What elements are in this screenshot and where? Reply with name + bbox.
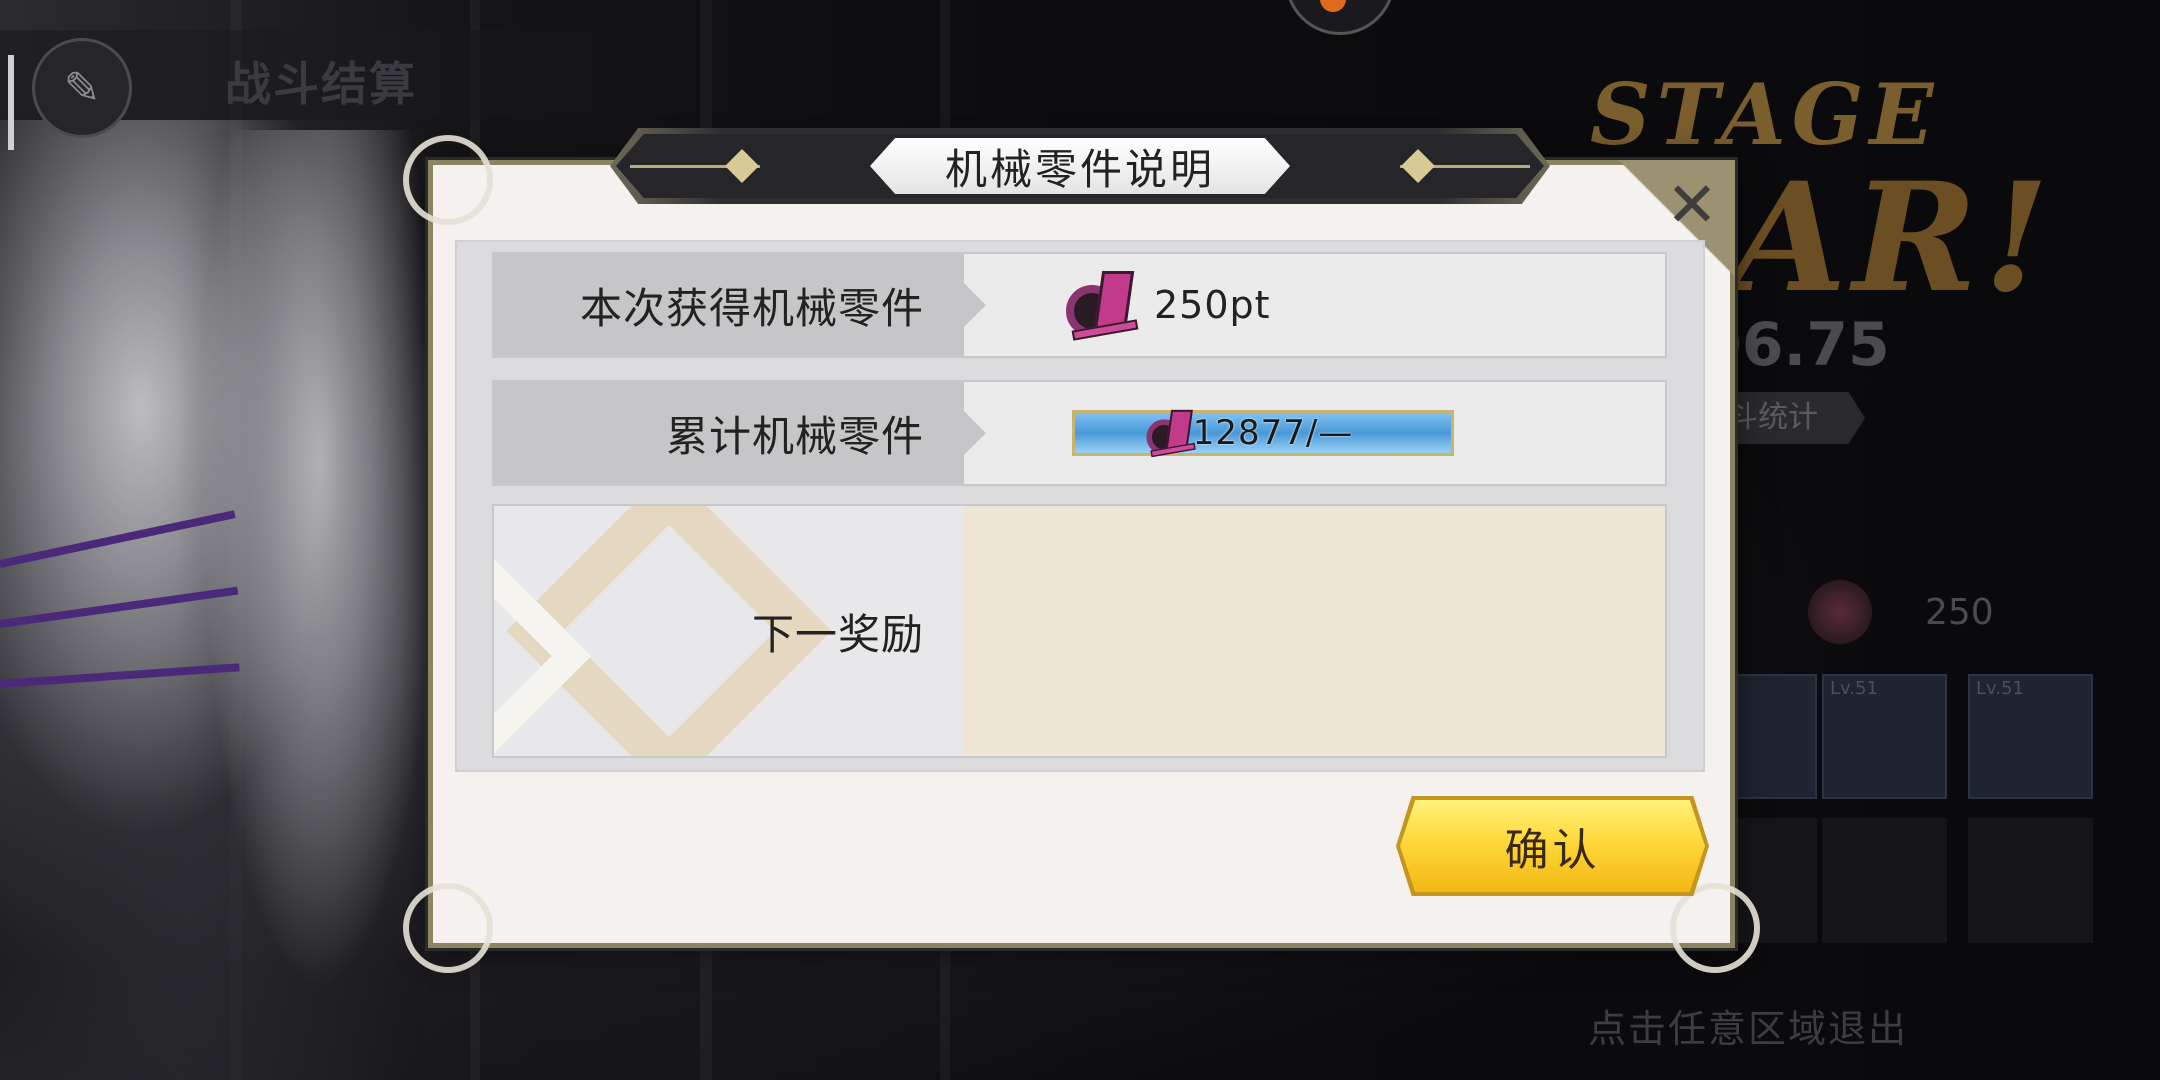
title-ornament (1400, 149, 1530, 183)
obtained-parts-label: 本次获得机械零件 (579, 283, 924, 333)
corner-ornament (1670, 883, 1760, 973)
corner-ornament (403, 883, 493, 973)
obtained-parts-row: 本次获得机械零件 250pt (492, 252, 1667, 358)
item-level: Lv.51 (1976, 678, 2024, 699)
row-value-box: 12877/— (964, 382, 1665, 484)
accumulated-parts-value: 12877/— (1192, 413, 1354, 453)
next-reward-row: 下一奖励 (492, 504, 1667, 758)
notebook-icon[interactable]: ✎ (32, 38, 132, 138)
mechanical-part-icon (1064, 267, 1140, 343)
mechanical-part-icon (1145, 407, 1197, 459)
mechanical-part-icon (1808, 580, 1872, 644)
accumulated-parts-progress-bar: 12877/— (1072, 407, 1454, 459)
exit-hint: 点击任意区域退出 (1588, 1007, 1909, 1051)
accumulated-parts-label: 累计机械零件 (665, 411, 924, 461)
item-level: Lv.51 (1830, 678, 1878, 699)
title-ornament (630, 149, 760, 183)
row-value-box: 250pt (964, 254, 1665, 356)
row-label-box: 下一奖励 (494, 506, 964, 756)
obtained-parts-value: 250pt (1154, 283, 1271, 327)
row-label-box: 本次获得机械零件 (494, 254, 986, 356)
reward-item-card[interactable]: Lv.51 (1822, 674, 1947, 799)
empty-item-slot (1822, 818, 1947, 943)
next-reward-content (964, 506, 1665, 756)
dialog-title: 机械零件说明 (944, 144, 1215, 194)
row-label-box: 累计机械零件 (494, 382, 986, 484)
header-title: 战斗结算 (225, 57, 417, 111)
confirm-button[interactable]: 确认 (1400, 800, 1705, 892)
close-icon[interactable]: ✕ (1662, 174, 1722, 237)
corner-ornament (403, 135, 493, 225)
reward-item-card[interactable]: Lv.51 (1968, 674, 2093, 799)
empty-item-slot (1968, 818, 2093, 943)
confirm-button-label: 确认 (1504, 825, 1601, 876)
dialog-title-plate: 机械零件说明 (870, 138, 1290, 194)
reward-count: 250 (1925, 592, 1994, 633)
header-accent-bar (8, 55, 14, 150)
accumulated-parts-row: 累计机械零件 12877/— (492, 380, 1667, 486)
next-reward-label: 下一奖励 (751, 609, 924, 659)
